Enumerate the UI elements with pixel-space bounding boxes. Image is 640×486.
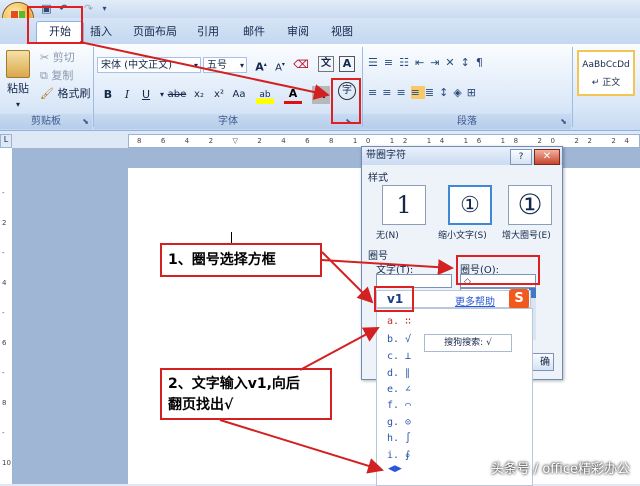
arrow-step1 <box>321 259 454 276</box>
watermark: 头条号 / office精彩办公 <box>490 462 630 477</box>
arrow-step2-a <box>299 327 380 371</box>
arrow-step2-b <box>219 419 384 474</box>
annotation-arrows <box>79 41 454 474</box>
arrow-step1-ime <box>321 251 374 304</box>
arrow-home-to-enclose <box>79 41 330 100</box>
